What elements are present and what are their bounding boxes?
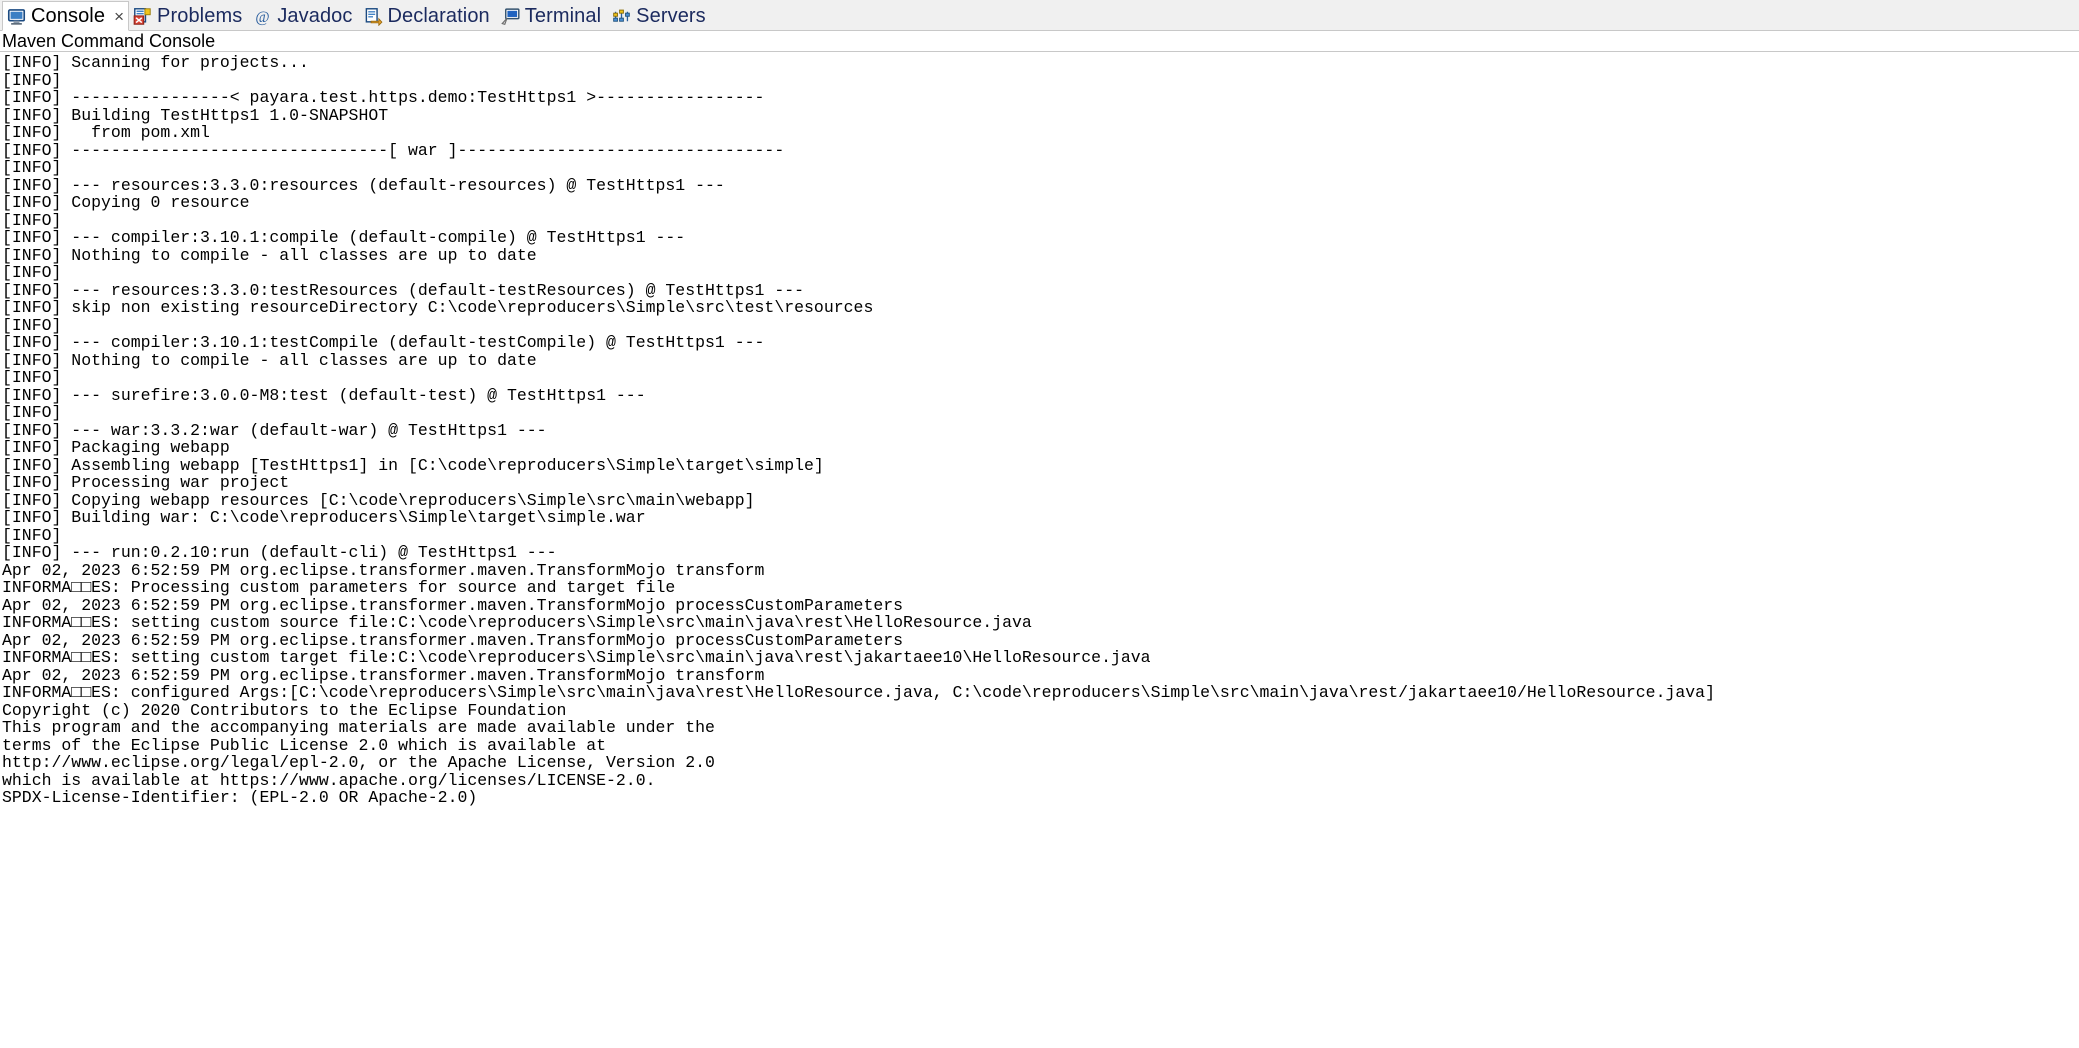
console-line: [INFO] Copying 0 resource [2,193,250,212]
console-line: Apr 02, 2023 6:52:59 PM org.eclipse.tran… [2,560,765,580]
tab-label: Problems [157,5,243,27]
tab-label: Servers [636,5,706,27]
tab-label: Javadoc [277,5,353,27]
tab-problems[interactable]: Problems [129,1,249,31]
svg-text:@: @ [256,8,270,25]
tab-javadoc[interactable]: @ Javadoc [249,1,359,31]
console-line: [INFO] Assembling webapp [TestHttps1] in… [2,455,824,475]
console-output-area[interactable]: [INFO] Scanning for projects... [INFO] [I… [0,52,2079,1048]
console-line: [INFO] ----------------< payara.test.htt… [2,88,765,107]
tab-servers[interactable]: Servers [608,1,713,31]
console-line: [INFO] [2,263,72,282]
tab-label: Declaration [387,5,490,27]
tab-label: Console [31,5,106,27]
console-monitor-icon [7,7,26,26]
console-line: [INFO] --- compiler:3.10.1:testCompile (… [2,333,765,352]
terminal-icon [500,7,520,26]
console-line: [INFO] Nothing to compile - all classes … [2,350,537,370]
declaration-doc-icon [364,7,383,26]
console-line: which is available at https://www.apache… [2,770,656,790]
console-line: http://www.eclipse.org/legal/epl-2.0, or… [2,753,715,772]
console-line: This program and the accompanying materi… [2,718,715,737]
console-line: [INFO] [2,70,72,90]
console-line: [INFO] Building TestHttps1 1.0-SNAPSHOT [2,105,389,125]
console-line: INFORMA□□ES: setting custom source file:… [2,613,1032,632]
tab-declaration[interactable]: Declaration [360,1,497,31]
console-line: [INFO] from pom.xml [2,123,210,142]
console-line: [INFO] skip non existing resourceDirecto… [2,298,874,317]
console-line: [INFO] [2,525,72,545]
servers-icon [612,7,631,26]
console-line: [INFO] [2,368,72,387]
console-line: terms of the Eclipse Public License 2.0 … [2,735,606,755]
console-line: Apr 02, 2023 6:52:59 PM org.eclipse.tran… [2,595,904,615]
console-line: INFORMA□□ES: setting custom target file:… [2,648,1151,667]
tab-terminal[interactable]: Terminal [497,1,608,31]
tab-console[interactable]: Console × [2,1,130,31]
console-line: SPDX-License-Identifier: (EPL-2.0 OR Apa… [2,788,478,807]
console-line: [INFO] --- compiler:3.10.1:compile (defa… [2,228,686,247]
console-line: [INFO] Packaging webapp [2,438,230,457]
problems-error-icon [133,7,152,26]
tab-label: Terminal [524,5,602,27]
console-line: Copyright (c) 2020 Contributors to the E… [2,700,567,720]
console-line: [INFO] Processing war project [2,473,290,492]
console-line: [INFO] --- war:3.3.2:war (default-war) @… [2,420,547,440]
close-icon[interactable]: × [114,8,124,25]
console-line: [INFO] --- resources:3.3.0:resources (de… [2,175,725,195]
console-line: [INFO] [2,210,72,230]
console-line: [INFO] --------------------------------[… [2,140,785,160]
console-line: [INFO] Scanning for projects... [2,53,309,72]
console-line: Apr 02, 2023 6:52:59 PM org.eclipse.tran… [2,630,904,650]
console-line: [INFO] --- resources:3.3.0:testResources… [2,280,805,300]
console-line: INFORMA□□ES: Processing custom parameter… [2,578,676,597]
console-line: [INFO] [2,158,72,177]
console-line: Apr 02, 2023 6:52:59 PM org.eclipse.tran… [2,665,765,685]
console-view-title: Maven Command Console [0,31,2079,52]
console-line: [INFO] --- surefire:3.0.0-M8:test (defau… [2,385,646,405]
console-line: [INFO] Nothing to compile - all classes … [2,245,537,265]
javadoc-at-icon: @ [253,7,272,26]
console-line: [INFO] Building war: C:\code\reproducers… [2,508,646,527]
console-line: [INFO] [2,315,72,335]
console-line: [INFO] --- run:0.2.10:run (default-cli) … [2,543,557,562]
console-line: [INFO] Copying webapp resources [C:\code… [2,490,755,510]
view-tab-bar: Console × Problems @ Javadoc Declaration Termi… [0,0,2079,31]
console-line: INFORMA□□ES: configured Args:[C:\code\re… [2,683,1715,702]
console-line: [INFO] [2,403,72,422]
